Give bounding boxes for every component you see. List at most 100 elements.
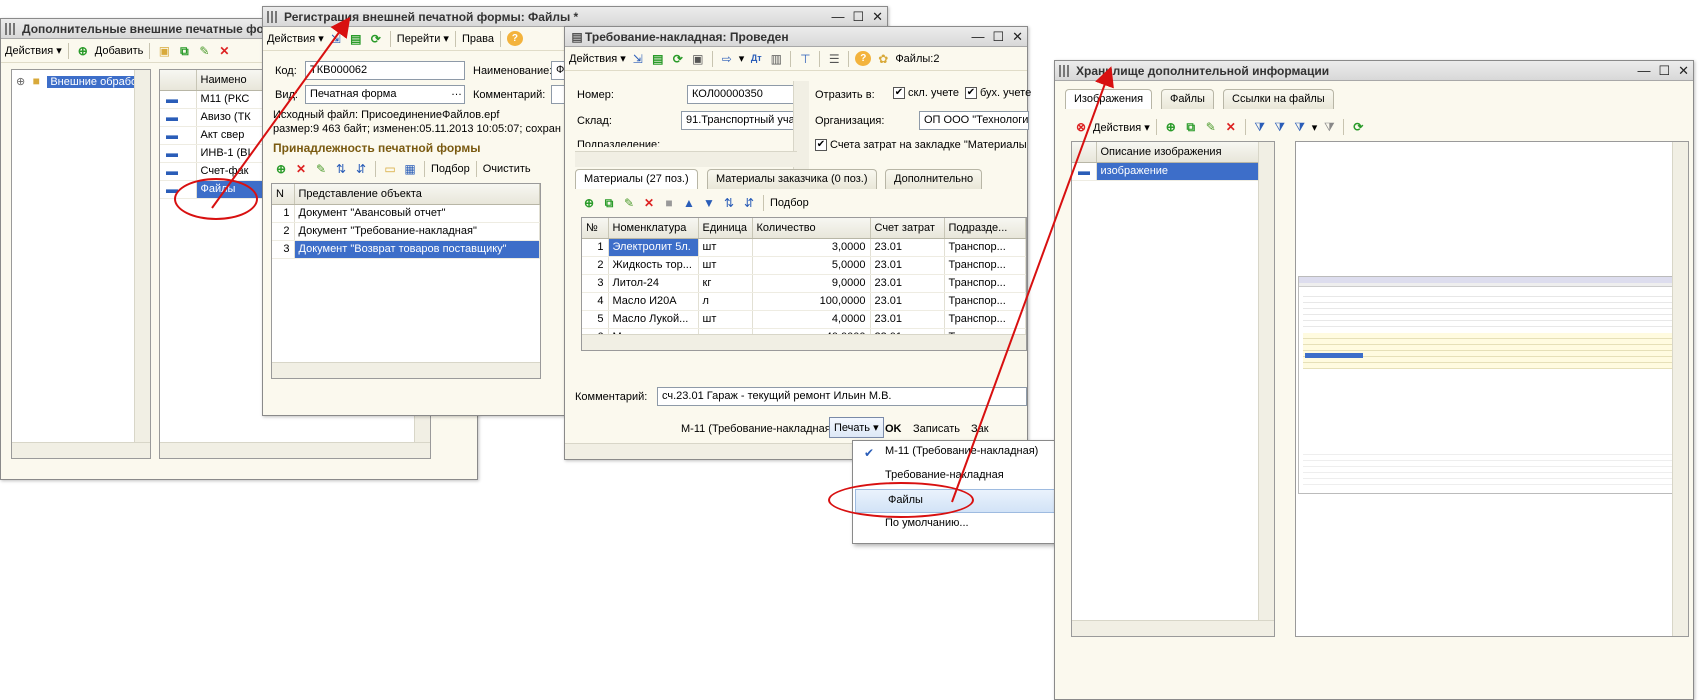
column-header[interactable]: Представление объекта [294,184,540,205]
column-header[interactable]: Подразде... [944,218,1026,239]
table-row[interactable]: 1 Электролит 5л. шт 3,0000 23.01 Транспор... [582,238,1026,257]
dt-kt-icon[interactable]: Дт [748,51,764,67]
save-icon[interactable]: ▤ [650,51,666,67]
expand-icon[interactable]: ⊕ [16,76,25,88]
table-row[interactable]: 4 Масло И20А л 100,0000 23.01 Транспор... [582,292,1026,311]
tab-file-links[interactable]: Ссылки на файлы [1223,89,1334,109]
help-icon[interactable]: ? [855,51,872,66]
table-row[interactable]: 2 Жидкость тор... шт 5,0000 23.01 Транспор... [582,256,1026,275]
tab-materials[interactable]: Материалы (27 поз.) [575,169,698,189]
actions-menu[interactable]: Действия ▾ [1093,121,1150,134]
save-close-icon[interactable]: ⇲ [630,51,646,67]
cancel-icon[interactable]: ⊗ [1073,119,1089,135]
ok-button[interactable]: OK [885,423,902,435]
sort-asc-icon[interactable]: ⇅ [333,161,349,177]
close-icon[interactable]: ✕ [1012,29,1023,45]
maximize-icon[interactable]: ☐ [852,9,864,25]
comment-field[interactable]: сч.23.01 Гараж - текущий ремонт Ильин М.… [657,387,1027,406]
end-edit-icon[interactable]: ■ [661,195,677,211]
copy-icon[interactable]: ⧉ [176,43,192,59]
warehouse-accounting-checkbox[interactable]: ✔ скл. учете [893,87,959,100]
add-icon[interactable]: ⊕ [581,195,597,211]
warehouse-field[interactable]: 91.Транспортный уча [681,111,797,130]
maximize-icon[interactable]: ☐ [992,29,1004,45]
column-header[interactable]: Единица [698,218,753,239]
delete-icon[interactable]: ✕ [641,195,657,211]
save-close-icon[interactable]: ⇲ [328,31,344,47]
filter-by-value-icon[interactable]: ⧩ [1272,119,1288,135]
based-on-icon[interactable]: ⇨ [719,51,735,67]
edit-icon[interactable]: ✎ [1203,119,1219,135]
filter-history-icon[interactable]: ⧩ [1292,119,1308,135]
scrollbar[interactable] [1672,142,1688,636]
scrollbar[interactable] [1258,142,1274,620]
add-icon[interactable]: ⊕ [1163,119,1179,135]
rights-button[interactable]: Права [462,33,494,45]
copy-icon[interactable]: ⧉ [1183,119,1199,135]
clear-button[interactable]: Очистить [483,163,531,175]
scrollbar[interactable] [582,334,1026,350]
actions-menu[interactable]: Действия ▾ [5,44,62,57]
window-titlebar[interactable]: Регистрация внешней печатной формы: Файл… [263,7,887,27]
help-icon[interactable]: ? [506,31,523,46]
save-button[interactable]: Записать [913,423,960,435]
close-icon[interactable]: ✕ [872,9,883,25]
add-button[interactable]: Добавить [95,45,144,57]
pick-button[interactable]: Подбор [431,163,470,175]
maximize-icon[interactable]: ☐ [1658,63,1670,79]
add-icon[interactable]: ⊕ [273,161,289,177]
column-header[interactable]: № [582,218,609,239]
table-row[interactable]: 5 Масло Лукой... шт 4,0000 23.01 Транспор... [582,310,1026,329]
tree-item[interactable]: ⊕ ■ Внешние обработ [12,70,150,92]
scrollbar[interactable] [12,442,150,458]
checkbox[interactable]: ✔ [893,87,905,100]
number-field[interactable]: КОЛ00000350 [687,85,797,104]
column-header[interactable]: Описание изображения [1096,142,1274,163]
minimize-icon[interactable]: — [971,29,984,45]
move-up-icon[interactable]: ▲ [681,195,697,211]
copy-icon[interactable]: ⧉ [601,195,617,211]
goto-menu[interactable]: Перейти ▾ [397,32,449,45]
kind-field[interactable]: Печатная форма … [305,85,465,104]
save-icon[interactable]: ▤ [348,31,364,47]
table-row[interactable]: ▬ изображение [1072,162,1274,181]
structure-icon[interactable]: ⊤ [797,51,813,67]
scrollbar[interactable] [575,151,797,167]
column-header[interactable]: Количество [752,218,871,239]
default-print-form-button[interactable]: М-11 (Требование-накладная) [681,423,834,435]
table-row[interactable]: 3 Литол-24 кг 9,0000 23.01 Транспор... [582,274,1026,293]
menu-item-m11[interactable]: ✔ М-11 (Требование-накладная) [853,441,1075,465]
table-row[interactable]: 3 Документ "Возврат товаров поставщику" [272,240,540,259]
select-button[interactable]: … [451,86,462,98]
report-icon[interactable]: ▥ [768,51,784,67]
delete-icon[interactable]: ✕ [1223,119,1239,135]
clear-filter-icon[interactable]: ⧩ [1321,119,1337,135]
folder-icon[interactable]: ▭ [382,161,398,177]
scrollbar[interactable] [160,442,430,458]
cost-accounts-checkbox[interactable]: ✔ Счета затрат на закладке "Материалы [815,139,1027,152]
chevron-down-icon[interactable]: ▾ [1312,121,1318,134]
sort-desc-icon[interactable]: ⇵ [353,161,369,177]
scrollbar[interactable] [272,362,540,378]
close-button[interactable]: Зак [971,423,989,435]
table-icon[interactable]: ▦ [402,161,418,177]
table-row[interactable]: 2 Документ "Требование-накладная" [272,222,540,241]
table-row[interactable]: 1 Документ "Авансовый отчет" [272,204,540,223]
refresh-icon[interactable]: ⟳ [1350,119,1366,135]
edit-icon[interactable]: ✎ [196,43,212,59]
sort-asc-icon[interactable]: ⇅ [721,195,737,211]
delete-icon[interactable]: ✕ [293,161,309,177]
minimize-icon[interactable]: — [831,9,844,25]
add-folder-icon[interactable]: ▣ [156,43,172,59]
edit-icon[interactable]: ✎ [621,195,637,211]
sort-desc-icon[interactable]: ⇵ [741,195,757,211]
tab-customer-materials[interactable]: Материалы заказчика (0 поз.) [707,169,877,189]
scrollbar[interactable] [1072,620,1274,636]
column-header[interactable]: Счет затрат [870,218,945,239]
chevron-down-icon[interactable]: ▾ [739,52,745,65]
pick-button[interactable]: Подбор [770,197,809,209]
column-header[interactable]: N [272,184,295,205]
filter-icon[interactable]: ⧩ [1252,119,1268,135]
minimize-icon[interactable]: — [1637,63,1650,79]
checkbox[interactable]: ✔ [965,87,977,100]
